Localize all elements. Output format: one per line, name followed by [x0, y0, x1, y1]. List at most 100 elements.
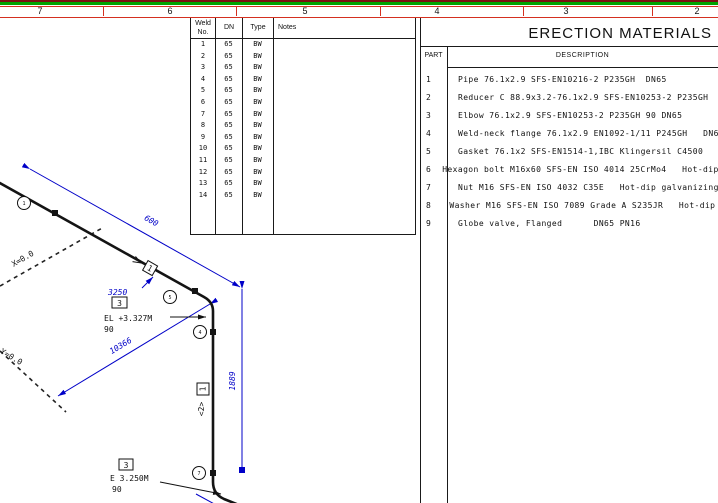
type-header: Type: [243, 18, 273, 38]
weld-cell-type: BW: [242, 74, 273, 86]
ruler-number: 4: [434, 6, 439, 17]
weld-table-row: 965BW: [191, 132, 415, 144]
weld-cell-type: BW: [242, 132, 273, 144]
weld-cell-no: 3: [191, 62, 215, 74]
ruler-divider: [236, 7, 237, 16]
material-description: Weld-neck flange 76.1x2.9 EN1092-1/11 P2…: [458, 125, 718, 143]
weld-table-row: 465BW: [191, 74, 415, 86]
weld-cell-type: BW: [242, 167, 273, 179]
ruler-number: 7: [37, 6, 42, 17]
weld-cell-dn: 65: [215, 74, 242, 86]
weld-table-row: 865BW: [191, 120, 415, 132]
weld-cell-type: BW: [242, 109, 273, 121]
dim-vertical-value: 1889: [228, 371, 237, 390]
svg-text:<2>: <2>: [197, 402, 206, 417]
weld-dot: [52, 210, 58, 216]
weld-cell-dn: 65: [215, 178, 242, 190]
svg-text:1: 1: [199, 386, 208, 391]
weld-cell-no: 10: [191, 143, 215, 155]
weld-cell-dn: 65: [215, 132, 242, 144]
ruler-divider: [523, 7, 524, 16]
weld-cell-notes: [273, 120, 415, 132]
weld-cell-no: 6: [191, 97, 215, 109]
weld-cell-notes: [273, 39, 415, 51]
material-part-number: 2: [420, 89, 447, 107]
weld-cell-notes: [273, 85, 415, 97]
material-part-number: 5: [420, 143, 447, 161]
material-part-number: 7: [420, 179, 447, 197]
weld-cell-type: BW: [242, 51, 273, 63]
material-part-number: 1: [420, 71, 447, 89]
materials-row: 4 Weld-neck flange 76.1x2.9 EN1092-1/11 P…: [420, 125, 718, 143]
material-description: Washer M16 SFS-EN ISO 7089 Grade A S235J…: [449, 197, 718, 215]
weld-table-row: 1065BW: [191, 143, 415, 155]
weld-cell-notes: [273, 97, 415, 109]
weld-cell-no: 7: [191, 109, 215, 121]
erection-materials-table: ERECTION MATERIALS PART DESCRIPTION 1Pip…: [420, 17, 718, 503]
material-description: Hexagon bolt M16x60 SFS-EN ISO 4014 25Cr…: [442, 161, 718, 179]
weld-cell-type: BW: [242, 155, 273, 167]
weld-cell-type: BW: [242, 178, 273, 190]
weld-no-header: Weld No.: [191, 18, 215, 39]
weld-cell-no: 9: [191, 132, 215, 144]
material-description: Globe valve, Flanged DN65 PN16: [458, 215, 641, 233]
axis-y-label: Y=0.0: [0, 347, 24, 367]
elbow-top-ref: 3: [117, 299, 122, 308]
weld-circle-number: 4: [198, 330, 201, 336]
sheet-green-line: [0, 2, 718, 5]
material-description: Gasket 76.1x2 SFS-EN1514-1,IBC Klingersi…: [458, 143, 718, 161]
weld-cell-no: 11: [191, 155, 215, 167]
ruler-band: [0, 6, 718, 18]
isometric-drawing-sheet: X=0.0 Y=0.0 600 3250 10366 1889 1 5 4 7: [0, 0, 718, 503]
materials-row: 1Pipe 76.1x2.9 SFS-EN10216-2 P235GH DN65: [420, 71, 718, 89]
dn-header: DN: [216, 18, 242, 38]
weld-cell-dn: 65: [215, 39, 242, 51]
weld-table-row: 765BW: [191, 109, 415, 121]
weld-cell-dn: 65: [215, 62, 242, 74]
ruler-divider: [380, 7, 381, 16]
sheet-ruler: 7 6 5 4 3 2: [0, 0, 718, 17]
weld-cell-no: 5: [191, 85, 215, 97]
weld-table-row: 1265BW: [191, 167, 415, 179]
weld-cell-dn: 65: [215, 120, 242, 132]
ruler-divider: [652, 7, 653, 16]
ruler-number: 5: [302, 6, 307, 17]
weld-table-rows: 165BW265BW365BW465BW565BW665BW765BW865BW…: [191, 39, 415, 201]
elbow-bottom-elevation: E 3.250M: [110, 474, 149, 483]
weld-cell-type: BW: [242, 85, 273, 97]
weld-cell-notes: [273, 143, 415, 155]
material-part-number: 9: [420, 215, 447, 233]
weld-cell-notes: [273, 62, 415, 74]
weld-table-row: 1165BW: [191, 155, 415, 167]
dim-bottom-run-line: [196, 494, 218, 503]
weld-cell-type: BW: [242, 39, 273, 51]
materials-row: 8 Washer M16 SFS-EN ISO 7089 Grade A S235…: [420, 197, 718, 215]
elbow-top-angle: 90: [104, 325, 114, 334]
weld-cell-no: 14: [191, 190, 215, 202]
material-part-number: 8: [420, 197, 438, 215]
weld-table-row: 565BW: [191, 85, 415, 97]
weld-cell-no: 13: [191, 178, 215, 190]
weld-cell-dn: 65: [215, 51, 242, 63]
weld-table-row: 1365BW: [191, 178, 415, 190]
weld-cell-no: 12: [191, 167, 215, 179]
weld-table-row: 265BW: [191, 51, 415, 63]
weld-cell-no: 1: [191, 39, 215, 51]
weld-dot: [210, 329, 216, 335]
weld-cell-type: BW: [242, 120, 273, 132]
weld-cell-no: 2: [191, 51, 215, 63]
weld-table-row: 665BW: [191, 97, 415, 109]
material-part-number: 4: [420, 125, 447, 143]
weld-cell-notes: [273, 178, 415, 190]
elbow-top-elevation: EL +3.327M: [104, 314, 152, 323]
materials-row: 6Hexagon bolt M16x60 SFS-EN ISO 4014 25C…: [420, 161, 718, 179]
weld-cell-type: BW: [242, 190, 273, 202]
weld-table-row: 1465BW: [191, 190, 415, 202]
weld-cell-notes: [273, 167, 415, 179]
flow-marker-vertical: 1 <2>: [197, 383, 209, 416]
materials-title: ERECTION MATERIALS: [528, 25, 712, 42]
weld-cell-type: BW: [242, 143, 273, 155]
weld-dot: [192, 288, 198, 294]
materials-row: 2Reducer C 88.9x3.2-76.1x2.9 SFS-EN10253…: [420, 89, 718, 107]
weld-cell-notes: [273, 51, 415, 63]
